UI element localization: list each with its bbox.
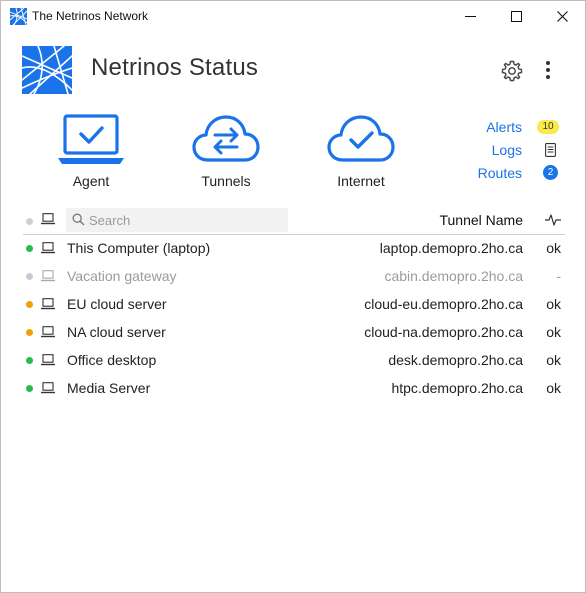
tunnel-hostname: cloud-na.demopro.2ho.ca	[364, 324, 523, 340]
status-dot-header	[26, 218, 33, 225]
kebab-dot	[546, 61, 550, 65]
tunnel-hostname: cloud-eu.demopro.2ho.ca	[364, 296, 523, 312]
table-row[interactable]: EU cloud server cloud-eu.demopro.2ho.ca …	[23, 291, 565, 319]
internet-label: Internet	[337, 173, 385, 189]
computer-icon	[41, 326, 55, 338]
activity-icon[interactable]	[545, 214, 561, 226]
document-icon	[545, 143, 556, 157]
cloud-check-icon	[327, 115, 395, 162]
routes-label[interactable]: Routes	[478, 165, 522, 181]
alerts-count-badge: 10	[537, 120, 559, 134]
cloud-arrows-icon	[192, 115, 260, 162]
kebab-dot	[546, 75, 550, 79]
logs-link[interactable]: Logs	[441, 140, 571, 163]
close-button[interactable]	[539, 1, 585, 32]
alerts-label[interactable]: Alerts	[486, 119, 522, 135]
maximize-button[interactable]	[493, 1, 539, 32]
search-icon	[72, 213, 85, 226]
window-title: The Netrinos Network	[32, 9, 149, 23]
computer-icon	[41, 213, 55, 225]
page-title: Netrinos Status	[91, 54, 259, 81]
tunnel-status: -	[556, 268, 561, 284]
netrinos-logo	[22, 46, 72, 94]
tunnel-hostname: htpc.demopro.2ho.ca	[391, 380, 523, 396]
gear-icon[interactable]	[500, 59, 524, 83]
computer-icon	[41, 298, 55, 310]
close-icon	[556, 11, 568, 22]
logs-label[interactable]: Logs	[492, 142, 522, 158]
agent-label: Agent	[72, 173, 110, 189]
status-dot	[26, 385, 33, 392]
title-bar: The Netrinos Network	[1, 1, 585, 32]
laptop-check-icon	[58, 114, 124, 164]
computer-icon	[41, 270, 55, 282]
device-name: Media Server	[67, 380, 151, 396]
table-row[interactable]: Media Server htpc.demopro.2ho.ca ok	[23, 375, 565, 403]
tunnel-status: ok	[546, 352, 561, 368]
device-name: This Computer (laptop)	[67, 240, 211, 256]
search-input[interactable]	[89, 210, 279, 230]
tunnel-list: This Computer (laptop) laptop.demopro.2h…	[23, 235, 565, 403]
device-name: Office desktop	[67, 352, 157, 368]
device-name: Vacation gateway	[67, 268, 177, 284]
routes-link[interactable]: Routes 2	[441, 163, 571, 186]
status-dot	[26, 301, 33, 308]
table-row[interactable]: This Computer (laptop) laptop.demopro.2h…	[23, 235, 565, 263]
tunnel-name-column-header[interactable]: Tunnel Name	[439, 212, 523, 228]
more-options-button[interactable]	[538, 59, 558, 81]
minimize-button[interactable]	[447, 1, 493, 32]
app-window: The Netrinos Network Netrinos Status Age…	[0, 0, 586, 593]
tunnel-hostname: cabin.demopro.2ho.ca	[384, 268, 523, 284]
computer-icon	[41, 382, 55, 394]
kebab-dot	[546, 68, 550, 72]
tunnels-tile[interactable]: Tunnels	[171, 113, 281, 193]
agent-tile[interactable]: Agent	[36, 113, 146, 193]
device-name: NA cloud server	[67, 324, 166, 340]
tunnel-hostname: laptop.demopro.2ho.ca	[379, 240, 523, 256]
alerts-link[interactable]: Alerts 10	[441, 117, 571, 140]
search-box[interactable]	[66, 208, 288, 232]
quick-links: Alerts 10 Logs Routes 2	[441, 117, 571, 186]
routes-count-badge: 2	[543, 165, 558, 180]
computer-icon	[41, 354, 55, 366]
maximize-icon	[510, 11, 522, 22]
status-dot	[26, 245, 33, 252]
tunnel-status: ok	[546, 296, 561, 312]
tunnel-status: ok	[546, 324, 561, 340]
tunnel-status: ok	[546, 240, 561, 256]
tunnel-hostname: desk.demopro.2ho.ca	[388, 352, 523, 368]
device-name: EU cloud server	[67, 296, 167, 312]
computer-icon	[41, 242, 55, 254]
status-dot	[26, 273, 33, 280]
status-dot	[26, 357, 33, 364]
status-dot	[26, 329, 33, 336]
table-header: Tunnel Name	[23, 207, 565, 235]
internet-tile[interactable]: Internet	[306, 113, 416, 193]
tunnel-status: ok	[546, 380, 561, 396]
minimize-icon	[464, 16, 476, 17]
netrinos-app-icon	[10, 8, 27, 25]
table-row[interactable]: Office desktop desk.demopro.2ho.ca ok	[23, 347, 565, 375]
tunnels-label: Tunnels	[201, 173, 251, 189]
table-row[interactable]: NA cloud server cloud-na.demopro.2ho.ca …	[23, 319, 565, 347]
table-row[interactable]: Vacation gateway cabin.demopro.2ho.ca -	[23, 263, 565, 291]
